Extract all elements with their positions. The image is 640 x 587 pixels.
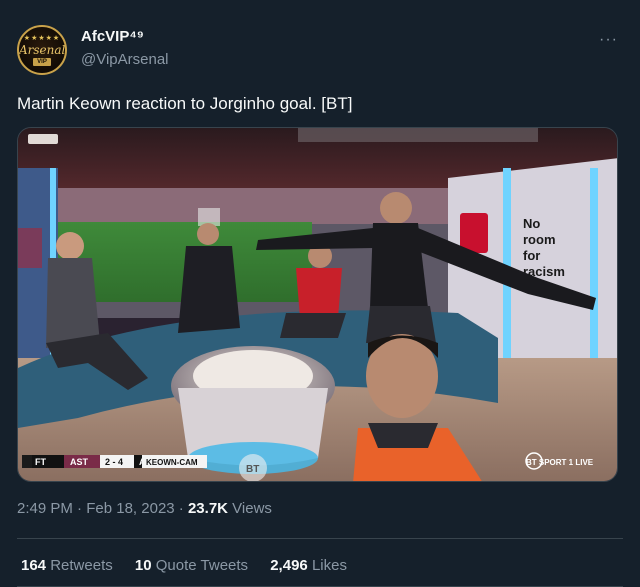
stat-likes[interactable]: 2,496 Likes [270,557,347,574]
tweet-header: ★★★★★ Arsenal VIP AfcVIP⁴⁹ @VipArsenal ·… [17,25,624,77]
views-count: 23.7K [187,500,228,517]
tweet-media[interactable]: No room for racism BT FT AST 2 - 4 KEOWN… [17,127,618,482]
svg-text:room: room [523,232,556,247]
stat-count: 10 [134,557,152,574]
score-status: FT [35,457,46,467]
ceiling-beam [298,128,538,142]
more-options-icon[interactable]: ··· [599,31,618,49]
svg-text:No: No [523,216,540,231]
desk-logo: BT [246,464,259,475]
stat-count: 164 [21,557,47,574]
stat-retweets[interactable]: 164 Retweets [21,557,113,574]
author-handle[interactable]: @VipArsenal [81,51,169,68]
views-label: Views [232,500,272,517]
scorebug: FT AST 2 - 4 ARS KEOWN-CAM [22,455,207,468]
avatar-stars: ★★★★★ [23,34,61,42]
watermark-text: BT SPORT 1 LIVE [526,458,594,467]
score-home: AST [70,457,89,467]
stat-count: 2,496 [270,557,308,574]
score-tag: KEOWN-CAM [146,458,198,467]
tweet-meta: 2:49 PM · Feb 18, 2023 · 23.7K Views [17,500,272,517]
tweet-text: Martin Keown reaction to Jorginho goal. … [17,94,353,113]
arsenal-crest [460,213,488,253]
villa-crest [18,228,42,268]
divider [17,538,623,539]
score-value: 2 - 4 [105,457,123,467]
meta-separator: · [178,500,184,517]
tweet: ★★★★★ Arsenal VIP AfcVIP⁴⁹ @VipArsenal ·… [0,0,640,587]
avatar-text: Arsenal [19,43,66,57]
video-frame: No room for racism BT FT AST 2 - 4 KEOWN… [18,128,617,481]
stat-label: Retweets [50,557,113,574]
tweet-stats: 164 Retweets 10 Quote Tweets 2,496 Likes [21,557,365,574]
stat-label: Quote Tweets [155,557,249,574]
svg-text:for: for [523,248,540,263]
stat-quote-tweets[interactable]: 10 Quote Tweets [135,557,248,574]
avatar-badge: VIP [33,58,51,66]
avatar[interactable]: ★★★★★ Arsenal VIP [17,25,67,75]
stat-label: Likes [311,557,347,574]
ceiling-light [28,134,58,144]
author-name[interactable]: AfcVIP⁴⁹ [81,28,144,45]
tweet-time[interactable]: 2:49 PM [17,500,73,517]
meta-separator: · [77,500,83,517]
tweet-date[interactable]: Feb 18, 2023 [86,500,174,517]
